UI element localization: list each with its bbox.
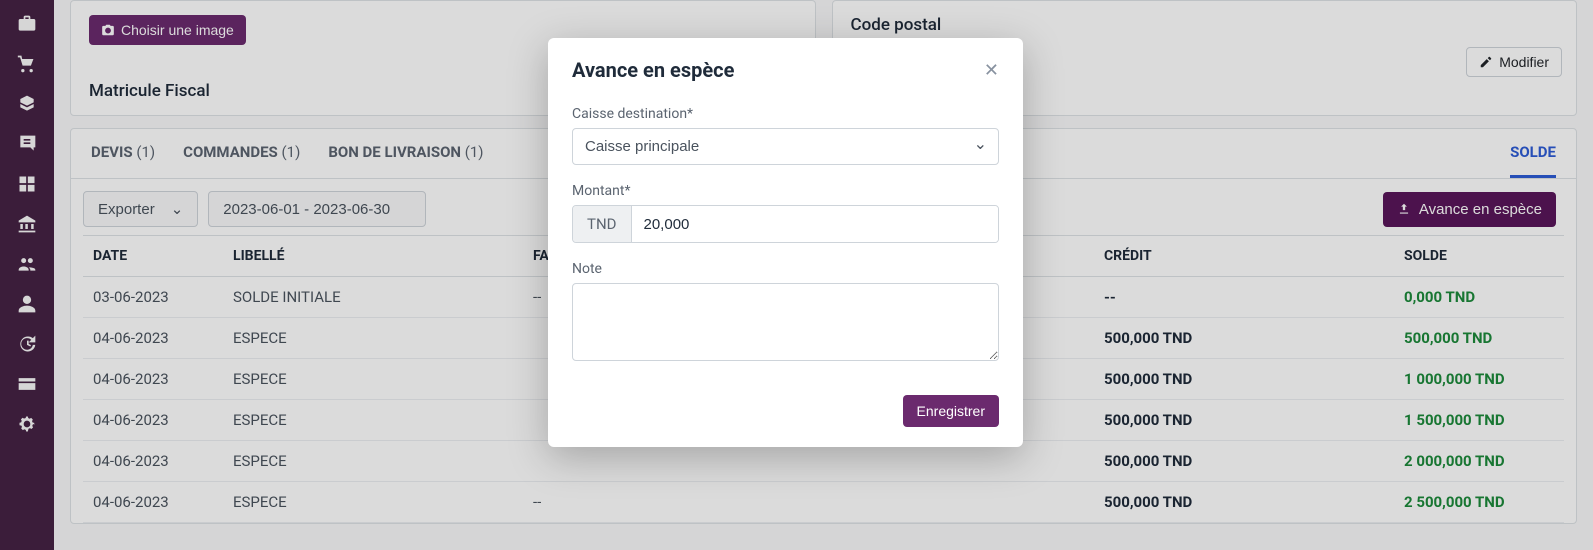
briefcase-icon bbox=[17, 14, 37, 38]
caisse-select[interactable]: Caisse principale bbox=[572, 128, 999, 165]
modal-title: Avance en espèce bbox=[572, 58, 734, 82]
history-icon bbox=[17, 334, 37, 358]
caisse-label: Caisse destination* bbox=[572, 106, 999, 122]
montant-label: Montant* bbox=[572, 183, 999, 199]
modal-close-button[interactable]: ✕ bbox=[984, 60, 999, 81]
user-icon bbox=[17, 294, 37, 318]
currency-addon: TND bbox=[573, 206, 632, 242]
sidebar-item-boxes[interactable] bbox=[0, 86, 54, 126]
sidebar-item-user[interactable] bbox=[0, 286, 54, 326]
card-icon bbox=[17, 374, 37, 398]
sidebar-item-settings[interactable] bbox=[0, 406, 54, 446]
cart-icon bbox=[17, 54, 37, 78]
sidebar-item-cart[interactable] bbox=[0, 46, 54, 86]
close-icon: ✕ bbox=[984, 60, 999, 80]
sidebar-item-users[interactable] bbox=[0, 246, 54, 286]
montant-input[interactable] bbox=[632, 206, 999, 242]
sidebar-item-bank[interactable] bbox=[0, 206, 54, 246]
sidebar bbox=[0, 0, 54, 550]
sidebar-item-history[interactable] bbox=[0, 326, 54, 366]
sidebar-item-briefcase[interactable] bbox=[0, 6, 54, 46]
sidebar-item-card[interactable] bbox=[0, 366, 54, 406]
users-icon bbox=[17, 254, 37, 278]
sidebar-item-dolly[interactable] bbox=[0, 126, 54, 166]
save-button[interactable]: Enregistrer bbox=[903, 395, 999, 427]
layout-icon bbox=[17, 174, 37, 198]
gear-icon bbox=[17, 414, 37, 438]
boxes-icon bbox=[17, 94, 37, 118]
note-textarea[interactable] bbox=[572, 283, 999, 361]
sidebar-item-layout[interactable] bbox=[0, 166, 54, 206]
bank-icon bbox=[17, 214, 37, 238]
avance-modal: Avance en espèce ✕ Caisse destination* C… bbox=[548, 38, 1023, 447]
dolly-icon bbox=[17, 134, 37, 158]
note-label: Note bbox=[572, 261, 999, 277]
